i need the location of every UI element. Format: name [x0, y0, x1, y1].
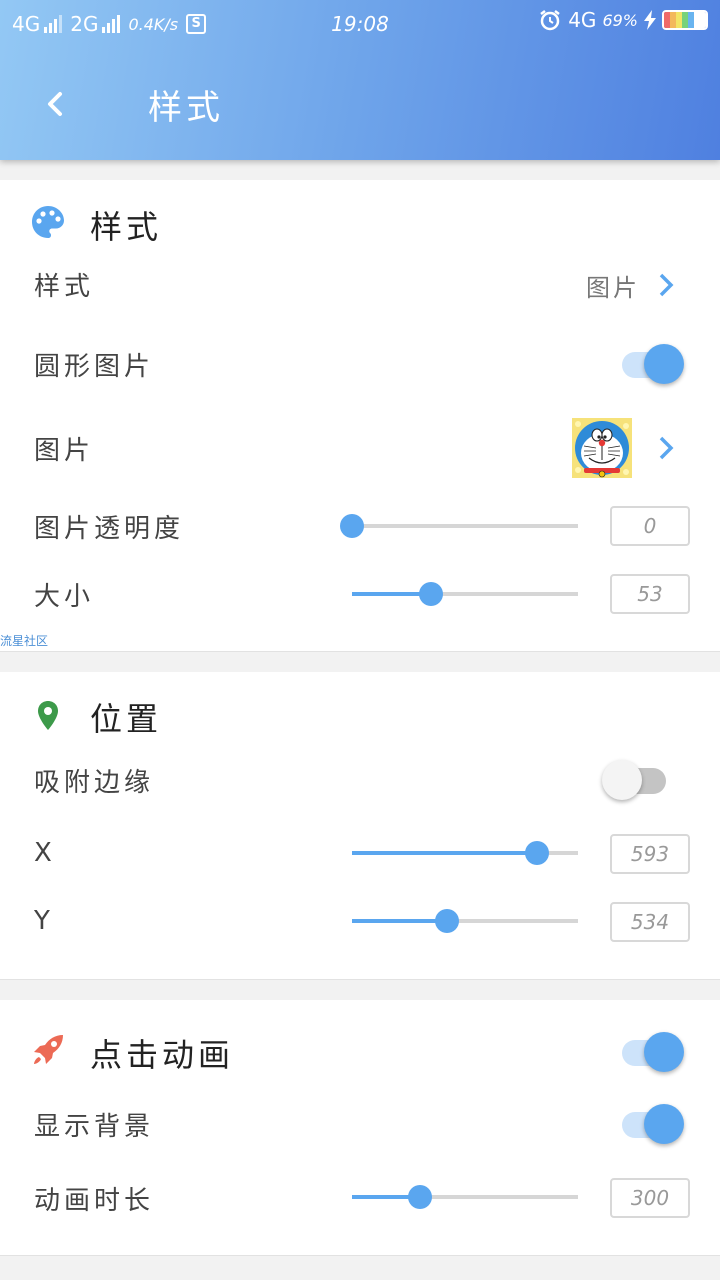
- section-title-position: 位置: [90, 700, 163, 738]
- x-value-input[interactable]: 593: [610, 834, 690, 874]
- show-bg-toggle[interactable]: [614, 1102, 686, 1146]
- x-label: X: [34, 838, 56, 868]
- chevron-right-icon: [659, 273, 674, 297]
- page-title: 样式: [148, 88, 224, 128]
- size-slider[interactable]: [352, 579, 578, 609]
- chevron-right-icon: [659, 436, 674, 460]
- opacity-label: 图片透明度: [34, 514, 185, 544]
- battery-percent: 69%: [602, 10, 638, 30]
- watermark: 流星社区: [0, 634, 49, 648]
- style-row-value: 图片: [586, 274, 640, 302]
- section-title-style: 样式: [90, 208, 163, 246]
- animation-section: 点击动画 显示背景 动画时长 300: [0, 1000, 720, 1256]
- slider-thumb[interactable]: [407, 1185, 432, 1209]
- opacity-slider[interactable]: [340, 511, 578, 541]
- slider-thumb[interactable]: [434, 909, 459, 933]
- position-section: 位置 吸附边缘 X 593 Y 534: [0, 672, 720, 980]
- palette-icon: [32, 206, 64, 238]
- section-title-animation: 点击动画: [90, 1036, 235, 1074]
- snap-edge-label: 吸附边缘: [34, 768, 155, 798]
- alarm-icon: [540, 10, 560, 31]
- status-bar: 4G 2G 0.4K/s S 19:08 4G 69%: [0, 0, 720, 50]
- slider-thumb[interactable]: [340, 514, 364, 538]
- show-bg-label: 显示背景: [34, 1112, 155, 1142]
- style-section: 样式 样式 图片 圆形图片 图片 图片透明度 0 大小 53: [0, 180, 720, 652]
- battery-icon: [662, 10, 708, 30]
- map-pin-icon: [38, 701, 58, 730]
- y-label: Y: [34, 906, 54, 936]
- back-button[interactable]: [36, 84, 76, 124]
- circle-image-label: 圆形图片: [34, 352, 155, 382]
- size-value-input[interactable]: 53: [610, 574, 690, 614]
- opacity-value-input[interactable]: 0: [610, 506, 690, 546]
- duration-label: 动画时长: [34, 1186, 155, 1216]
- y-value-input[interactable]: 534: [610, 902, 690, 942]
- network-4g-data: 4G: [568, 8, 597, 32]
- doraemon-image[interactable]: [572, 418, 632, 478]
- x-slider[interactable]: [352, 838, 578, 868]
- slider-thumb[interactable]: [419, 582, 444, 606]
- click-animation-toggle[interactable]: [614, 1030, 686, 1074]
- style-row-label: 样式: [34, 272, 95, 302]
- y-slider[interactable]: [352, 906, 578, 936]
- size-label: 大小: [34, 582, 95, 612]
- charging-icon: [644, 10, 656, 30]
- duration-slider[interactable]: [352, 1182, 578, 1212]
- circle-image-toggle[interactable]: [614, 342, 686, 386]
- rocket-icon: [34, 1035, 63, 1064]
- duration-value-input[interactable]: 300: [610, 1178, 690, 1218]
- image-row-label: 图片: [34, 436, 95, 466]
- app-header: 4G 2G 0.4K/s S 19:08 4G 69% 样式: [0, 0, 720, 160]
- snap-edge-toggle[interactable]: [602, 758, 674, 802]
- slider-thumb[interactable]: [525, 841, 550, 865]
